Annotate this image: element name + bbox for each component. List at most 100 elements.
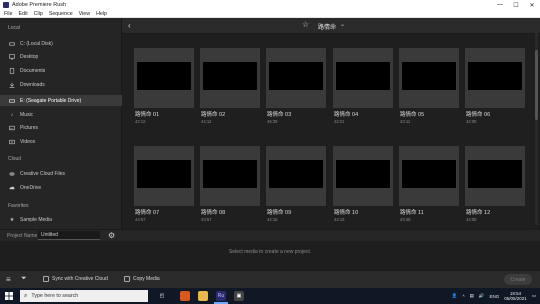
- network-icon[interactable]: ▤: [470, 293, 474, 299]
- clock[interactable]: 18:54 05/05/2021: [504, 291, 527, 301]
- chevron-down-icon[interactable]: ⌄: [340, 21, 345, 28]
- clip-thumbnail: [266, 146, 326, 206]
- music-icon: ♪: [10, 111, 14, 118]
- sync-checkbox[interactable]: [43, 276, 49, 282]
- list-menu-icon[interactable]: ≡: [6, 275, 11, 284]
- gear-icon[interactable]: ⚙: [108, 231, 115, 240]
- grid-scrollbar[interactable]: [535, 20, 538, 225]
- app-icon[interactable]: ▣: [234, 291, 244, 301]
- clip-name: 路情命 05: [400, 112, 425, 118]
- clip-duration: 43:11: [400, 119, 411, 124]
- clip-thumbnail: [333, 146, 393, 206]
- sidebar-item-label: E: (Seagate Portable Drive): [20, 97, 82, 104]
- clip-thumbnail: [134, 146, 194, 206]
- menu-sequence[interactable]: Sequence: [49, 11, 73, 17]
- sync-label: Sync with Creative Cloud: [52, 276, 108, 282]
- cloud-icon: [9, 185, 15, 191]
- download-icon: [9, 82, 15, 88]
- clip-duration: 44:08: [466, 119, 477, 124]
- notification-icon[interactable]: ▭: [532, 293, 536, 299]
- clip-card[interactable]: 路情命 12 44:08: [465, 146, 525, 226]
- clock-date: 05/05/2021: [504, 296, 527, 301]
- clip-name: 路情命 11: [400, 210, 424, 216]
- clip-card[interactable]: 路情命 07 44:57: [134, 146, 194, 226]
- sidebar-item-c-drive[interactable]: C: (Local Disk): [0, 38, 122, 49]
- clip-thumbnail: [200, 146, 260, 206]
- document-icon: [9, 67, 15, 74]
- premiere-rush-taskbar-icon[interactable]: Ru: [216, 291, 226, 301]
- clip-duration: 43:57: [201, 217, 212, 222]
- sidebar-item-sample-media[interactable]: ★ Sample Media: [0, 214, 122, 225]
- menu-clip[interactable]: Clip: [34, 11, 43, 17]
- bottom-toolbar: ≡ ⏷ Sync with Creative Cloud Copy Media …: [0, 270, 540, 288]
- video-icon: [9, 139, 15, 145]
- scrollbar-thumb[interactable]: [535, 50, 538, 120]
- task-view-icon[interactable]: ◰: [157, 291, 167, 301]
- section-label-local: Local: [8, 25, 20, 31]
- maximize-icon[interactable]: ☐: [508, 0, 524, 10]
- sidebar-item-downloads[interactable]: Downloads: [0, 79, 122, 90]
- menu-file[interactable]: File: [4, 11, 13, 17]
- taskbar-search-box[interactable]: ⌕ Type here to search: [20, 290, 148, 302]
- clip-card[interactable]: 路情命 06 44:08: [465, 48, 525, 128]
- creative-cloud-icon: [9, 171, 15, 177]
- clip-name: 路情命 02: [201, 112, 226, 118]
- search-placeholder: Type here to search: [31, 293, 79, 299]
- clip-card[interactable]: 路情命 02 44:12: [200, 48, 260, 128]
- windows-taskbar: ⌕ Type here to search ◰ Ru ▣ 👤 ^ ▤ 🔊 ENG…: [0, 288, 540, 304]
- clip-card[interactable]: 路情命 11 43:48: [399, 146, 459, 226]
- sidebar-item-label: Downloads: [20, 81, 45, 88]
- sidebar-item-documents[interactable]: Documents: [0, 65, 122, 76]
- clip-name: 路情命 09: [267, 210, 292, 216]
- sidebar-item-label: OneDrive: [20, 184, 42, 191]
- clip-card[interactable]: 路情命 09 44:15: [266, 146, 326, 226]
- section-label-cloud: Cloud: [8, 156, 22, 162]
- copy-media-checkbox[interactable]: [124, 276, 130, 282]
- firefox-icon[interactable]: [180, 291, 190, 301]
- sidebar-item-creative-cloud-files[interactable]: Creative Cloud Files: [0, 168, 122, 179]
- clip-card[interactable]: 路情命 08 43:57: [200, 146, 260, 226]
- person-icon[interactable]: 👤: [452, 293, 458, 299]
- filter-icon[interactable]: ⏷: [21, 275, 27, 283]
- windows-start-icon[interactable]: [5, 292, 13, 300]
- clip-thumbnail: [465, 146, 525, 206]
- clip-thumbnail: [134, 48, 194, 108]
- sidebar-item-pictures[interactable]: Pictures: [0, 122, 122, 133]
- clip-name: 路情命 08: [201, 210, 226, 216]
- clip-card[interactable]: 路情命 03 46:39: [266, 48, 326, 128]
- favorite-star-icon[interactable]: ☆: [302, 20, 309, 29]
- menu-edit[interactable]: Edit: [19, 11, 28, 17]
- clip-duration: 44:57: [135, 217, 146, 222]
- sidebar-item-desktop[interactable]: Desktop: [0, 51, 122, 62]
- chevron-up-icon[interactable]: ^: [462, 294, 464, 299]
- drive-icon: [9, 98, 15, 104]
- sidebar-item-music[interactable]: ♪ Music: [0, 109, 122, 120]
- current-folder-title[interactable]: 路情命: [318, 22, 336, 31]
- clip-card[interactable]: 路情命 01 42:12: [134, 48, 194, 128]
- clip-duration: 44:08: [466, 217, 477, 222]
- sidebar-item-videos[interactable]: Videos: [0, 136, 122, 147]
- language-indicator[interactable]: ENG: [489, 294, 499, 299]
- create-button[interactable]: Create: [504, 274, 532, 285]
- close-icon[interactable]: ✕: [524, 0, 540, 10]
- sidebar-item-label: Sample Media: [20, 216, 52, 223]
- project-name-input[interactable]: Untitled: [38, 231, 100, 240]
- drive-icon: [9, 41, 15, 47]
- sidebar-item-label: Pictures: [20, 124, 39, 131]
- sidebar-item-e-drive[interactable]: E: (Seagate Portable Drive): [0, 95, 122, 106]
- section-label-favorites: Favorites: [8, 203, 29, 209]
- clip-duration: 46:39: [267, 119, 278, 124]
- minimize-icon[interactable]: —: [492, 0, 508, 10]
- volume-icon[interactable]: 🔊: [479, 293, 485, 299]
- menu-help[interactable]: Help: [96, 11, 107, 17]
- clip-card[interactable]: 路情命 10 44:13: [333, 146, 393, 226]
- window-controls: — ☐ ✕: [492, 0, 540, 10]
- clip-card[interactable]: 路情命 05 43:11: [399, 48, 459, 128]
- sidebar-item-onedrive[interactable]: OneDrive: [0, 182, 122, 193]
- file-explorer-icon[interactable]: [198, 291, 208, 301]
- back-arrow-icon[interactable]: ‹: [128, 21, 131, 30]
- clip-name: 路情命 10: [334, 210, 359, 216]
- menu-view[interactable]: View: [79, 11, 90, 17]
- clip-duration: 42:21: [334, 119, 345, 124]
- clip-card[interactable]: 路情命 04 42:21: [333, 48, 393, 128]
